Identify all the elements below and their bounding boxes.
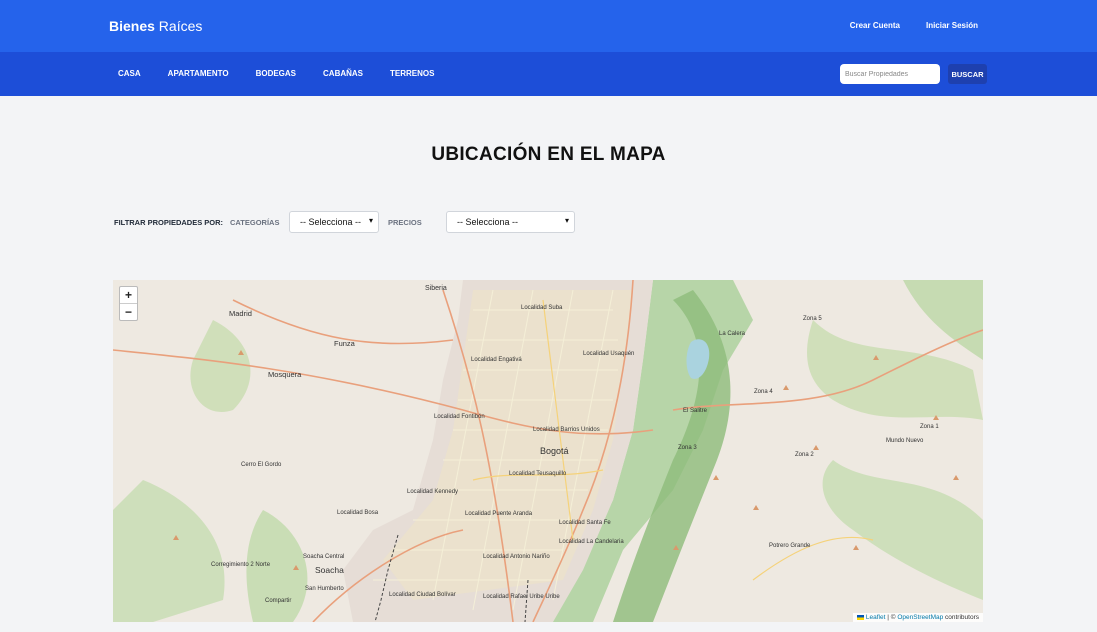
map-label: Funza — [334, 339, 356, 348]
map-label: Mosquera — [268, 370, 302, 379]
map-label: Zona 1 — [920, 424, 939, 430]
page-title: UBICACIÓN EN EL MAPA — [431, 144, 666, 165]
map-label: Cerro El Gordo — [241, 462, 282, 468]
map-label: Zona 3 — [678, 445, 697, 451]
category-select-value: -- Selecciona -- — [300, 217, 362, 227]
filter-label: FILTRAR PROPIEDADES POR: — [114, 218, 224, 227]
brand-logo[interactable]: Bienes Raíces — [109, 18, 202, 34]
map-label: Localidad La Candelaria — [559, 539, 624, 545]
flag-icon — [856, 614, 864, 620]
price-select-value: -- Selecciona -- — [457, 217, 519, 227]
map-label: Localidad Barrios Unidos — [533, 427, 600, 433]
nav-casa[interactable]: CASA — [118, 69, 141, 78]
map-label: Bogotá — [540, 446, 569, 456]
nav-terrenos[interactable]: TERRENOS — [390, 69, 434, 78]
create-account-link[interactable]: Crear Cuenta — [850, 21, 900, 30]
search-input[interactable] — [840, 64, 940, 84]
leaflet-link[interactable]: Leaflet — [866, 614, 886, 621]
map-label: Localidad Antonio Nariño — [483, 554, 550, 560]
map-label: Soacha — [315, 565, 344, 575]
map-label: Localidad Engativá — [471, 357, 522, 363]
map-label: Potrero Grande — [769, 543, 811, 549]
map-label: El Salitre — [683, 408, 708, 414]
price-select[interactable]: -- Selecciona -- ▾ — [446, 211, 575, 233]
zoom-in-button[interactable]: + — [120, 287, 137, 304]
map-label: Localidad Suba — [521, 305, 563, 311]
map-label: Localidad Ciudad Bolívar — [389, 592, 456, 598]
nav-bodegas[interactable]: BODEGAS — [256, 69, 296, 78]
map-label: Localidad Kennedy — [407, 489, 458, 495]
category-filter-label: CATEGORÍAS — [230, 218, 280, 227]
map-label: Zona 5 — [803, 316, 822, 322]
zoom-out-button[interactable]: − — [120, 304, 137, 320]
nav-apartamento[interactable]: APARTAMENTO — [168, 69, 229, 78]
price-filter-label: PRECIOS — [388, 218, 422, 227]
map-label: Localidad Rafael Uribe Uribe — [483, 594, 560, 600]
account-links: Crear Cuenta Iniciar Sesión — [850, 21, 978, 30]
map-label: La Calera — [719, 331, 746, 337]
map-label: San Humberto — [305, 586, 344, 592]
map-label: Mundo Nuevo — [886, 438, 924, 444]
map-label: Madrid — [229, 309, 252, 318]
category-select[interactable]: -- Selecciona -- ▾ — [289, 211, 379, 233]
map-label: Localidad Bosa — [337, 510, 379, 516]
map-label: Corregimiento 2 Norte — [211, 562, 271, 568]
zoom-control: + − — [119, 286, 138, 321]
top-header: Bienes Raíces Crear Cuenta Iniciar Sesió… — [0, 0, 1097, 52]
map-attribution: Leaflet | © OpenStreetMap contributors — [852, 613, 983, 622]
chevron-down-icon: ▾ — [564, 216, 569, 225]
map-label: Localidad Teusaquillo — [509, 471, 567, 477]
map-label: Localidad Santa Fe — [559, 520, 611, 526]
map-label: Siberia — [425, 285, 447, 292]
chevron-down-icon: ▾ — [368, 216, 373, 225]
map-label: Localidad Usaquén — [583, 351, 634, 357]
search-button[interactable]: BUSCAR — [948, 64, 987, 84]
map-label: Zona 2 — [795, 452, 814, 458]
map-view[interactable]: Siberia Madrid Funza Mosquera Localidad Suba… — [113, 280, 983, 622]
map-label: Compartir — [265, 598, 291, 604]
map-label: Localidad Fontibón — [434, 414, 485, 420]
nav-cabanas[interactable]: CABAÑAS — [323, 69, 363, 78]
map-label: Zona 4 — [754, 389, 773, 395]
map-label: Soacha Central — [303, 554, 344, 560]
login-link[interactable]: Iniciar Sesión — [926, 21, 978, 30]
category-nav: CASA APARTAMENTO BODEGAS CABAÑAS TERRENO… — [0, 52, 1097, 96]
map-tiles: Siberia Madrid Funza Mosquera Localidad Suba… — [113, 280, 983, 622]
map-label: Localidad Puente Aranda — [465, 511, 533, 517]
osm-link[interactable]: OpenStreetMap — [897, 614, 943, 621]
